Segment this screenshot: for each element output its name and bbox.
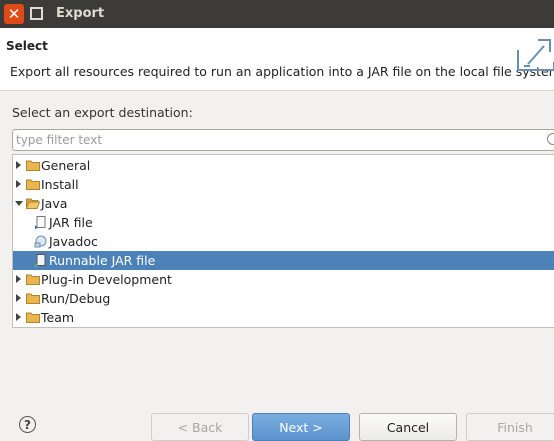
tree-item-team[interactable]: Team [13,308,554,327]
tree-item-label: General [41,158,91,173]
runnable-jar-icon [35,254,46,267]
help-button[interactable]: ? [19,416,36,433]
window-title: Export [56,6,105,21]
filter-field[interactable] [12,129,554,151]
folder-icon [26,312,40,323]
tree-item-jar-file[interactable]: JAR file [13,213,554,232]
javadoc-icon [34,235,47,248]
folder-icon [26,160,40,171]
expand-icon[interactable] [16,161,21,169]
filter-input[interactable] [16,132,536,148]
tree-item-label: Javadoc [49,234,98,249]
tree-item-javadoc[interactable]: Javadoc [13,232,554,251]
expand-icon[interactable] [16,294,21,302]
folder-icon [26,293,40,304]
wizard-header: Select Export all resources required to … [0,28,554,91]
tree-item-label: Install [41,177,79,192]
window-titlebar: ✕ Export [0,0,554,28]
expand-icon[interactable] [16,313,21,321]
export-destination-label: Select an export destination: [12,105,193,120]
tree-item-label: Java [41,196,68,211]
folder-icon [26,179,40,190]
tree-item-install[interactable]: Install [13,175,554,194]
cancel-button[interactable]: Cancel [359,413,457,441]
destination-tree[interactable]: General Install Java JAR file Javadoc Ru… [12,154,554,328]
tree-item-label: Runnable JAR file [49,253,156,268]
clear-filter-icon[interactable] [547,133,554,145]
next-button[interactable]: Next > [252,413,350,441]
tree-item-run-debug[interactable]: Run/Debug [13,289,554,308]
tree-item-runnable-jar-file[interactable]: Runnable JAR file [13,251,554,270]
expand-icon[interactable] [16,275,21,283]
export-wizard-icon [517,39,554,71]
tree-item-label: JAR file [49,215,93,230]
finish-button[interactable]: Finish [466,413,554,441]
wizard-page-title: Select [6,39,48,53]
tree-item-java[interactable]: Java [13,194,554,213]
tree-item-label: Plug-in Development [41,272,172,287]
back-button[interactable]: < Back [151,413,249,441]
maximize-window-button[interactable] [30,7,43,20]
close-window-button[interactable]: ✕ [4,4,24,24]
jar-file-icon [35,216,46,229]
tree-item-general[interactable]: General [13,156,554,175]
wizard-page-description: Export all resources required to run an … [10,64,554,79]
expand-icon[interactable] [16,180,21,188]
tree-item-plug-in-development[interactable]: Plug-in Development [13,270,554,289]
tree-item-label: Team [41,310,75,325]
folder-icon [26,274,40,285]
tree-item-label: Run/Debug [41,291,111,306]
folder-open-icon [26,198,40,209]
collapse-icon[interactable] [15,201,23,206]
